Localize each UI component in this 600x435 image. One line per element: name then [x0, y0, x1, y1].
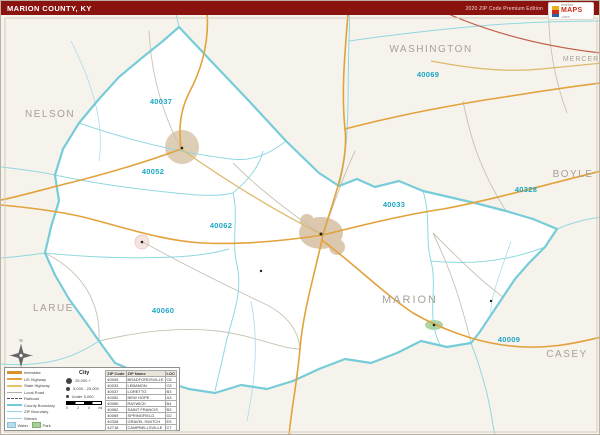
map-page: N NELSON WASHINGTON MERCER BOYLE LARUE M… — [0, 0, 600, 435]
legend-label: ZIP Boundary — [24, 409, 49, 414]
scale-labels: 0 2 4 mi — [66, 406, 102, 410]
name-cell: BRADFORDSVILLE — [125, 376, 166, 383]
legend-label: US Highway — [24, 376, 47, 382]
legend-label: Stream — [24, 415, 37, 421]
local-road-line-icon — [7, 391, 22, 393]
city-size-rows: 25,000 + 5,000 - 25,000 Under 5,000 — [66, 377, 99, 400]
stream-line-icon — [7, 417, 22, 419]
city-section-title: City — [78, 370, 90, 376]
zip-label-40052: 40052 — [142, 167, 164, 176]
scale-mid: 2 — [76, 406, 79, 410]
county-label-washington: WASHINGTON — [389, 44, 472, 55]
logo-suffix-text: .com — [561, 13, 570, 19]
legend-label: State Highway — [24, 383, 50, 388]
legend-label: 5,000 - 25,000 — [73, 386, 99, 391]
city-size-small: Under 5,000 — [66, 393, 99, 400]
legend-row-stream: Stream — [7, 416, 63, 421]
zip-code-table: ZIP Code ZIP Name LOC 40009 BRADFORDSVIL… — [105, 370, 178, 431]
legend-label: Park — [42, 422, 51, 428]
loc-header: LOC — [164, 370, 178, 377]
zip-label-40009: 40009 — [498, 335, 520, 344]
scale-start: 0 — [66, 406, 69, 410]
table-row: 42718 CAMPBELLSVILLE C7 — [105, 424, 178, 431]
park-swatch-icon — [32, 422, 42, 428]
legend-line-samples: Interstate US Highway State Highway Loca… — [7, 370, 63, 428]
city-size-large: 25,000 + — [66, 377, 99, 384]
edition-label: 2020 ZIP Code Premium Edition — [465, 5, 543, 12]
brand-logo: market MAPS .com — [548, 2, 594, 20]
zip-label-40062: 40062 — [210, 221, 232, 230]
scale-end: 4 — [87, 406, 90, 410]
legend-area-swatches: Water Park — [7, 422, 63, 428]
large-city-dot-icon — [66, 377, 73, 384]
county-label-casey: CASEY — [546, 349, 587, 360]
legend-row-us-highway: US Highway — [7, 377, 63, 382]
legend-row-interstate: Interstate — [7, 370, 63, 375]
county-label-mercer: MERCER — [563, 56, 599, 63]
map-legend: Interstate US Highway State Highway Loca… — [4, 367, 180, 431]
logo-flag-icon — [552, 5, 559, 17]
county-boundary-line-icon — [7, 404, 22, 406]
legend-row-state-highway: State Highway — [7, 383, 63, 388]
city-size-medium: 5,000 - 25,000 — [66, 385, 99, 392]
zip-code-header: ZIP Code — [105, 370, 127, 377]
zip-cell: 42718 — [105, 424, 127, 431]
medium-city-dot-icon — [66, 386, 71, 391]
zip-label-40033: 40033 — [383, 200, 405, 209]
name-cell: CAMPBELLSVILLE — [125, 424, 166, 431]
county-label-larue: LARUE — [33, 303, 74, 314]
legend-label: Under 5,000 — [71, 394, 94, 399]
scale-unit: mi — [98, 406, 103, 410]
loc-cell: C7 — [164, 424, 178, 431]
county-label-marion: MARION — [382, 294, 438, 306]
page-title: MARION COUNTY, KY — [7, 3, 92, 13]
legend-label: Water — [17, 422, 29, 428]
legend-city-column: City 25,000 + 5,000 - 25,000 Under 5,000… — [66, 370, 103, 428]
small-city-dot-icon — [66, 395, 69, 398]
zip-label-40069: 40069 — [417, 70, 439, 79]
title-bar: MARION COUNTY, KY 2020 ZIP Code Premium … — [1, 1, 599, 15]
legend-water-item: Water — [7, 422, 28, 428]
legend-row-zip-boundary: ZIP Boundary — [7, 409, 63, 414]
scale-bar — [66, 401, 103, 405]
county-label-boyle: BOYLE — [553, 169, 594, 180]
legend-label: County Boundary — [24, 402, 55, 408]
legend-label: Local Road — [24, 389, 45, 395]
zip-label-40060: 40060 — [152, 306, 174, 315]
zip-boundary-line-icon — [7, 411, 22, 412]
zip-label-40037: 40037 — [150, 97, 172, 106]
legend-park-item: Park — [32, 422, 51, 428]
county-label-nelson: NELSON — [25, 109, 75, 120]
state-highway-line-icon — [7, 384, 22, 387]
name-cell: GRAVEL SWITCH — [125, 418, 166, 425]
legend-label: Interstate — [24, 370, 41, 375]
legend-row-railroad: Railroad — [7, 396, 63, 401]
us-highway-line-icon — [7, 378, 22, 380]
railroad-line-icon — [7, 398, 22, 399]
legend-row-local-road: Local Road — [7, 390, 63, 395]
legend-label: 25,000 + — [75, 378, 91, 383]
zip-label-40328: 40328 — [515, 185, 537, 194]
water-swatch-icon — [7, 422, 16, 428]
legend-row-county-boundary: County Boundary — [7, 403, 63, 408]
logo-text: market MAPS .com — [561, 2, 582, 19]
compass-north-label: N — [19, 338, 22, 343]
interstate-line-icon — [7, 371, 22, 374]
legend-label: Railroad — [24, 396, 39, 401]
